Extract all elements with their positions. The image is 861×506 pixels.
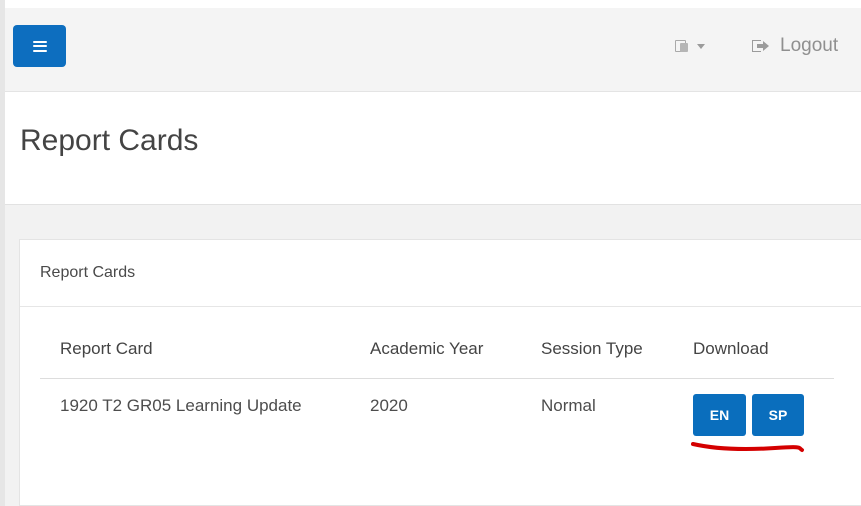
column-header-report-card: Report Card bbox=[60, 339, 153, 358]
logout-label: Logout bbox=[780, 35, 839, 56]
download-en-button[interactable]: EN bbox=[693, 394, 746, 436]
top-navbar: Logout bbox=[5, 8, 861, 92]
header-divider bbox=[40, 378, 834, 379]
column-header-academic-year: Academic Year bbox=[370, 339, 484, 358]
cell-session-type: Normal bbox=[541, 396, 596, 415]
sign-out-icon bbox=[752, 39, 769, 53]
report-cards-panel: Report Cards bbox=[19, 239, 861, 506]
cell-report-card: 1920 T2 GR05 Learning Update bbox=[60, 396, 302, 415]
page-title: Report Cards bbox=[20, 124, 199, 157]
logout-link[interactable]: Logout bbox=[752, 35, 838, 57]
column-header-session-type: Session Type bbox=[541, 339, 643, 358]
red-underline-annotation bbox=[691, 442, 804, 452]
column-header-download: Download bbox=[693, 339, 769, 358]
caret-down-icon bbox=[697, 43, 705, 49]
translate-icon bbox=[675, 39, 689, 53]
language-dropdown[interactable] bbox=[675, 36, 705, 56]
menu-toggle-button[interactable] bbox=[13, 25, 66, 67]
hamburger-menu-icon bbox=[32, 40, 47, 52]
panel-heading: Report Cards bbox=[20, 240, 861, 307]
cell-academic-year: 2020 bbox=[370, 396, 408, 415]
download-sp-button[interactable]: SP bbox=[752, 394, 804, 436]
